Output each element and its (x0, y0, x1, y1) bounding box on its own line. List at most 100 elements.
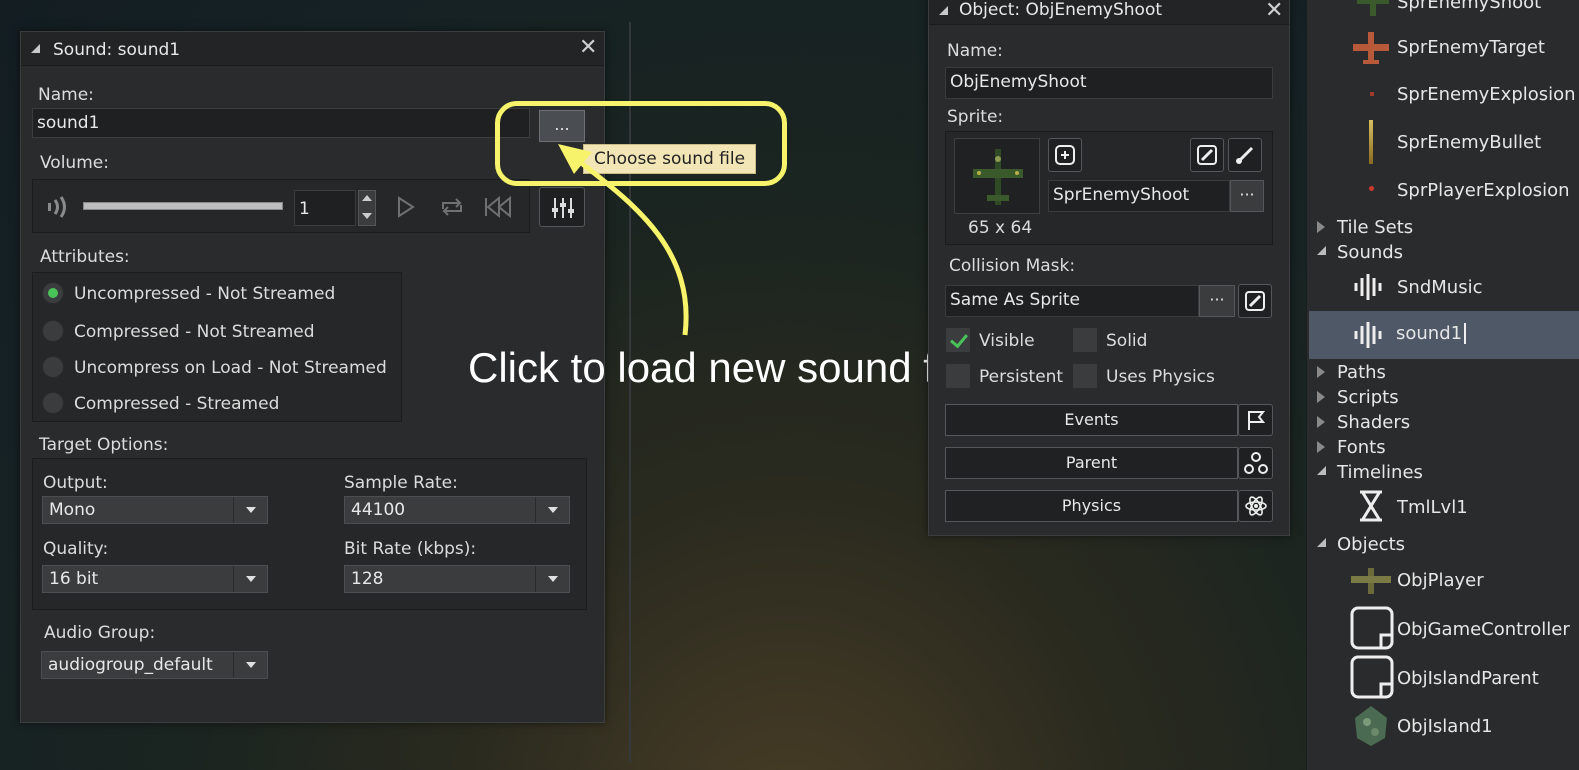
tree-folder-paths[interactable]: Paths (1337, 362, 1386, 383)
volume-value-field[interactable]: 1 (294, 190, 356, 226)
persistent-checkbox[interactable] (945, 363, 971, 389)
tree-item-sound[interactable]: SndMusic (1397, 277, 1482, 298)
object-icon (1350, 655, 1394, 699)
tree-folder-sounds[interactable]: Sounds (1337, 242, 1403, 263)
tree-item-object[interactable]: ObjIslandParent (1397, 668, 1539, 689)
solid-label: Solid (1106, 331, 1148, 351)
sample-rate-value: 44100 (351, 500, 406, 520)
expand-icon[interactable] (1317, 391, 1325, 403)
sprite-thumbnail-icon (1353, 32, 1389, 64)
sprite-preview[interactable] (954, 138, 1040, 214)
tree-item-timeline[interactable]: TmlLvl1 (1397, 497, 1468, 518)
collapse-icon[interactable] (1317, 466, 1326, 475)
bit-rate-dropdown[interactable]: 128 (344, 565, 570, 593)
close-icon[interactable]: ✕ (1265, 0, 1283, 23)
attribute-option-label[interactable]: Uncompress on Load - Not Streamed (74, 358, 387, 378)
collision-mask-label: Collision Mask: (949, 256, 1076, 276)
collision-mask-field[interactable]: Same As Sprite (945, 285, 1199, 317)
attributes-label: Attributes: (40, 247, 130, 267)
rename-field[interactable]: sound1 (1396, 323, 1467, 344)
brush-icon (1236, 146, 1254, 164)
loop-icon[interactable] (438, 195, 466, 219)
tree-item-sprite[interactable]: SprEnemyShoot (1397, 0, 1541, 13)
sprite-name-field[interactable]: SprEnemyShoot (1048, 180, 1230, 212)
expand-icon[interactable] (1317, 221, 1325, 233)
play-icon[interactable] (395, 195, 417, 219)
close-icon[interactable]: ✕ (579, 36, 597, 60)
edit-sprite-button[interactable] (1190, 138, 1224, 172)
hierarchy-icon (1244, 452, 1268, 474)
sprite-size-label: 65 x 64 (968, 218, 1033, 238)
parent-button[interactable]: Parent (945, 447, 1238, 479)
sample-rate-dropdown[interactable]: 44100 (344, 496, 570, 524)
collapse-icon[interactable] (1317, 538, 1326, 547)
object-name-field[interactable]: ObjEnemyShoot (945, 67, 1273, 99)
events-button[interactable]: Events (945, 404, 1238, 436)
tree-folder-fonts[interactable]: Fonts (1337, 437, 1386, 458)
chevron-down-icon (535, 497, 569, 523)
attribute-option-label[interactable]: Compressed - Streamed (74, 394, 279, 414)
tree-folder-shaders[interactable]: Shaders (1337, 412, 1410, 433)
tree-item-object[interactable]: ObjPlayer (1397, 570, 1484, 591)
target-options-label: Target Options: (39, 435, 169, 455)
quality-dropdown[interactable]: 16 bit (42, 565, 268, 593)
tree-folder-tile-sets[interactable]: Tile Sets (1337, 217, 1413, 238)
radio-uncompressed[interactable] (42, 282, 64, 304)
sprite-browse-button[interactable]: ··· (1230, 180, 1264, 212)
chevron-down-icon (535, 566, 569, 592)
tree-item-object[interactable]: ObjIsland1 (1397, 716, 1493, 737)
persistent-label: Persistent (979, 367, 1064, 387)
sound-name-field[interactable]: sound1 (32, 108, 530, 138)
enemy-plane-icon (973, 149, 1023, 205)
output-dropdown[interactable]: Mono (42, 496, 268, 524)
edit-image-icon (1197, 145, 1217, 165)
expand-icon[interactable] (1317, 366, 1325, 378)
rewind-icon[interactable] (483, 195, 513, 219)
events-icon-button[interactable] (1238, 404, 1273, 436)
quality-label: Quality: (43, 539, 109, 559)
player-plane-icon (1351, 568, 1391, 594)
new-sprite-button[interactable] (1048, 138, 1082, 172)
chevron-down-icon (233, 652, 267, 678)
object-name-label: Name: (947, 41, 1003, 61)
speaker-icon[interactable] (45, 193, 73, 221)
audio-group-dropdown[interactable]: audiogroup_default (41, 651, 268, 679)
expand-icon[interactable] (1317, 441, 1325, 453)
add-sprite-icon (1055, 145, 1075, 165)
attribute-option-label[interactable]: Uncompressed - Not Streamed (74, 284, 335, 304)
tree-item-sprite[interactable]: SprPlayerExplosion (1397, 180, 1570, 201)
tree-item-object[interactable]: ObjGameController (1397, 619, 1570, 640)
collapse-icon[interactable] (1317, 246, 1326, 255)
radio-compressed[interactable] (42, 320, 64, 342)
tree-item-sound-selected[interactable]: sound1 (1309, 311, 1579, 359)
bit-rate-label: Bit Rate (kbps): (344, 539, 477, 559)
edit-mask-button[interactable] (1238, 284, 1272, 318)
tree-item-sprite[interactable]: SprEnemyExplosion (1397, 84, 1576, 105)
tree-item-sprite[interactable]: SprEnemyTarget (1397, 37, 1545, 58)
tree-folder-scripts[interactable]: Scripts (1337, 387, 1399, 408)
object-panel-header[interactable]: Object: ObjEnemyShoot ✕ (929, 0, 1289, 25)
volume-stepper[interactable] (358, 190, 376, 226)
sound-panel-header[interactable]: Sound: sound1 ✕ (21, 32, 604, 66)
tree-folder-objects[interactable]: Objects (1337, 534, 1405, 555)
attribute-option-label[interactable]: Compressed - Not Streamed (74, 322, 315, 342)
radio-uncompress-on-load[interactable] (42, 356, 64, 378)
collision-browse-button[interactable]: ··· (1199, 285, 1235, 317)
physics-button[interactable]: Physics (945, 490, 1238, 522)
tree-item-sprite[interactable]: SprEnemyBullet (1397, 132, 1541, 153)
collapse-icon[interactable] (939, 6, 948, 15)
physics-icon-button[interactable] (1238, 490, 1273, 522)
expand-icon[interactable] (1317, 416, 1325, 428)
sprite-thumbnail-icon (1357, 0, 1389, 16)
collapse-icon[interactable] (31, 44, 40, 53)
paint-sprite-button[interactable] (1228, 138, 1262, 172)
tree-folder-timelines[interactable]: Timelines (1337, 462, 1423, 483)
volume-slider[interactable] (83, 202, 283, 210)
visible-checkbox[interactable] (945, 327, 971, 353)
uses-physics-checkbox[interactable] (1072, 363, 1098, 389)
parent-icon-button[interactable] (1238, 447, 1273, 479)
solid-checkbox[interactable] (1072, 327, 1098, 353)
radio-compressed-streamed[interactable] (42, 392, 64, 414)
object-editor-panel: Object: ObjEnemyShoot ✕ Name: ObjEnemySh… (928, 0, 1290, 536)
flag-icon (1248, 411, 1266, 430)
